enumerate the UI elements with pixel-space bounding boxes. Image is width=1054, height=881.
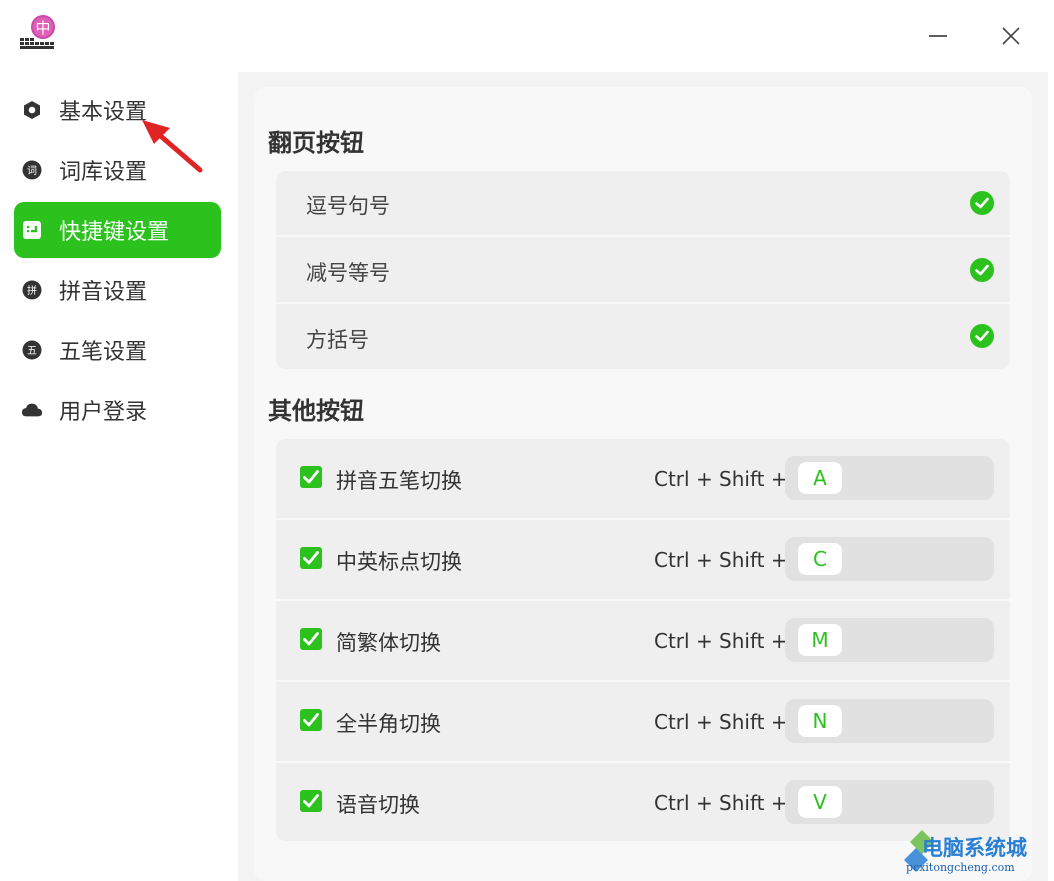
pinyin-icon: 拼 [21,279,43,301]
svg-text:中: 中 [35,19,50,37]
sidebar-item-label: 拼音设置 [59,280,148,305]
page-turn-label: 方括号 [306,328,369,352]
list-item[interactable]: 方括号 [276,304,1010,369]
shortcut-list: 拼音五笔切换 Ctrl + Shift + A 中英标点切换 Ctrl + Sh… [276,439,1010,841]
title-bar: 中 [0,0,1048,72]
shortcut-modifier: Ctrl + Shift + [654,710,788,734]
site-watermark: 电脑系统城 pcxitongcheng.com [900,822,1050,881]
check-circle-icon[interactable] [970,258,994,282]
checkbox[interactable] [300,628,322,650]
shortcut-key: N [798,705,842,737]
shortcut-label: 拼音五笔切换 [336,469,462,493]
shortcut-key: V [798,786,842,818]
app-logo-icon: 中 [18,14,58,54]
shortcut-key-input[interactable]: N [785,699,994,743]
shortcut-key-input[interactable]: C [785,537,994,581]
checkbox[interactable] [300,709,322,731]
list-item[interactable]: 减号等号 [276,237,1010,304]
sidebar-item-pinyin-settings[interactable]: 拼 拼音设置 [14,262,221,318]
page-turn-label: 减号等号 [306,261,390,285]
sidebar-item-label: 用户登录 [59,400,148,425]
sidebar: 基本设置 词 词库设置 快捷键设置 拼 拼音设置 五 五笔设置 用户登录 [0,72,238,881]
svg-text:五: 五 [27,346,37,357]
page-turn-label: 逗号句号 [306,194,390,218]
shortcut-modifier: Ctrl + Shift + [654,629,788,653]
checkbox[interactable] [300,466,322,488]
shortcut-key: M [798,624,842,656]
shortcut-key-input[interactable]: V [785,780,994,824]
sidebar-item-shortcut-settings[interactable]: 快捷键设置 [14,202,221,258]
close-icon [1002,27,1020,45]
check-circle-icon[interactable] [970,191,994,215]
shortcut-modifier: Ctrl + Shift + [654,467,788,491]
shortcut-key-input[interactable]: M [785,618,994,662]
svg-text:词: 词 [27,165,37,177]
keyboard-icon [21,219,43,241]
table-row: 拼音五笔切换 Ctrl + Shift + A [276,439,1010,520]
shortcut-modifier: Ctrl + Shift + [654,548,788,572]
shortcut-modifier: Ctrl + Shift + [654,791,788,815]
sidebar-item-label: 五笔设置 [59,340,148,365]
annotation-arrow-icon [142,120,203,173]
page-turn-list: 逗号句号 减号等号 方括号 [276,171,1010,369]
checkbox[interactable] [300,547,322,569]
sidebar-item-user-login[interactable]: 用户登录 [14,382,221,438]
shortcut-key: C [798,543,842,575]
sidebar-item-label: 快捷键设置 [59,220,170,245]
close-button[interactable] [993,18,1029,54]
check-circle-icon[interactable] [970,324,994,348]
checkbox[interactable] [300,790,322,812]
watermark-url: pcxitongcheng.com [906,861,1015,874]
content-panel: 翻页按钮 逗号句号 减号等号 方括号 其他按钮 拼音五笔切换 Ctrl + Sh… [254,87,1032,881]
table-row: 中英标点切换 Ctrl + Shift + C [276,520,1010,601]
svg-text:拼: 拼 [27,284,37,297]
shortcut-label: 全半角切换 [336,712,441,736]
settings-window: 中 基本设置 词 词库设置 快捷键设置 拼 拼音设置 五 五笔设置 用户登录 翻… [0,0,1048,881]
shortcut-key-input[interactable]: A [785,456,994,500]
shortcut-key: A [798,462,842,494]
shortcut-label: 语音切换 [336,793,420,817]
hexagon-icon [21,99,43,121]
table-row: 简繁体切换 Ctrl + Shift + M [276,601,1010,682]
sidebar-item-label: 基本设置 [59,100,148,125]
watermark-title: 电脑系统城 [922,836,1027,860]
sidebar-item-label: 词库设置 [59,160,148,185]
dictionary-icon: 词 [21,159,43,181]
shortcut-label: 简繁体切换 [336,631,441,655]
list-item[interactable]: 逗号句号 [276,171,1010,237]
minimize-icon [929,35,947,37]
other-section-title: 其他按钮 [268,397,364,425]
table-row: 全半角切换 Ctrl + Shift + N [276,682,1010,763]
page-turn-section-title: 翻页按钮 [268,129,364,157]
wubi-icon: 五 [21,339,43,361]
shortcut-label: 中英标点切换 [336,550,462,574]
cloud-icon [21,399,43,421]
minimize-button[interactable] [920,18,956,54]
sidebar-item-wubi-settings[interactable]: 五 五笔设置 [14,322,221,378]
